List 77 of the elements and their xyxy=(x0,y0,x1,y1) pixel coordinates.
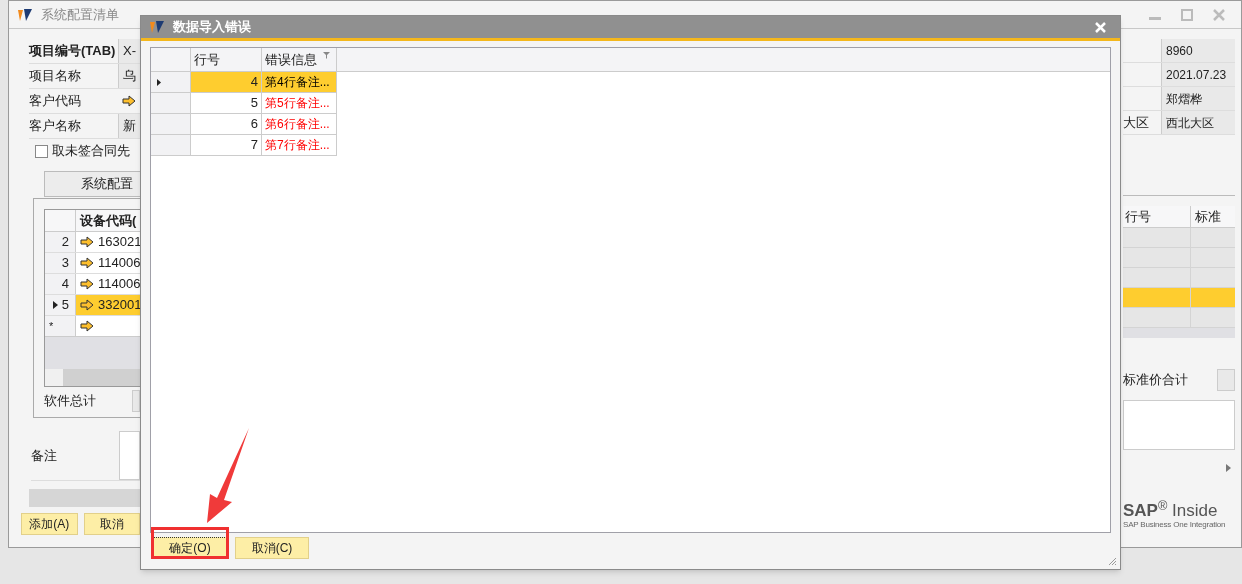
table-cell: 5 xyxy=(191,93,262,114)
table-cell: 6 xyxy=(191,114,262,135)
arrow-icon[interactable] xyxy=(80,278,94,290)
table-cell: 第4行备注... xyxy=(262,72,337,93)
field-value[interactable]: 8960 xyxy=(1161,39,1235,62)
field-label: 标准价合计 xyxy=(1123,371,1188,390)
field-value[interactable]: 西北大区 xyxy=(1161,111,1235,134)
row-number: 3 xyxy=(61,254,69,273)
table-cell: 第7行备注... xyxy=(262,135,337,156)
arrow-icon[interactable] xyxy=(80,257,94,269)
row-header[interactable]: 2 xyxy=(45,232,76,252)
row-header[interactable]: 5 xyxy=(45,295,76,315)
dialog-button[interactable]: 取消(C) xyxy=(235,537,309,559)
field-value[interactable]: 2021.07.23 xyxy=(1161,63,1235,86)
table-cell-text: 114006 xyxy=(98,275,140,294)
field-label: 大区 xyxy=(1123,113,1150,132)
window-title: 系统配置清单 xyxy=(41,5,119,24)
table-row[interactable] xyxy=(1123,308,1235,328)
maximize-icon[interactable] xyxy=(1181,8,1193,21)
brand-tagline: SAP Business One Integration xyxy=(1123,519,1226,531)
remarks-field[interactable] xyxy=(1123,400,1235,450)
total-field[interactable] xyxy=(132,390,140,412)
field-label: 项目名称 xyxy=(29,67,82,86)
row-number: 2 xyxy=(61,233,69,252)
new-row-marker: * xyxy=(45,316,76,336)
column-header[interactable]: 行号 xyxy=(191,48,262,71)
field-value[interactable]: 新 xyxy=(118,114,140,138)
row-number: 4 xyxy=(61,275,69,294)
field-label: 客户名称 xyxy=(29,117,82,136)
field-label: 软件总计 xyxy=(44,392,97,411)
row-header[interactable]: 3 xyxy=(45,253,76,273)
app-logo-icon xyxy=(149,20,165,34)
form-button[interactable]: 添加(A) xyxy=(21,513,78,535)
row-header[interactable]: 4 xyxy=(45,274,76,294)
table-cell: 第6行备注... xyxy=(262,114,337,135)
form-button[interactable]: 取消 xyxy=(83,513,140,535)
field-value[interactable]: 乌 xyxy=(118,64,140,88)
total-field[interactable] xyxy=(1217,369,1235,391)
arrow-icon[interactable] xyxy=(80,236,94,248)
table-cell-text: 163021 xyxy=(98,233,140,252)
brand-logo: SAP$^{®}$ Inside xyxy=(1123,502,1218,519)
row-header[interactable] xyxy=(151,72,191,93)
column-header[interactable]: 行号 xyxy=(1123,206,1191,227)
scroll-right-icon[interactable] xyxy=(1226,464,1231,472)
filter-icon[interactable] xyxy=(323,52,330,59)
table-row[interactable] xyxy=(1123,288,1235,308)
row-header[interactable] xyxy=(151,114,191,135)
table-row[interactable] xyxy=(1123,268,1235,288)
app-logo-icon xyxy=(17,7,33,22)
resize-grip-icon[interactable] xyxy=(1108,557,1117,566)
horizontal-scrollbar[interactable] xyxy=(45,369,140,386)
row-header[interactable] xyxy=(151,93,191,114)
table-cell: 第5行备注... xyxy=(262,93,337,114)
arrow-icon[interactable] xyxy=(122,95,136,107)
remarks-field[interactable] xyxy=(119,431,140,480)
table-cell: 4 xyxy=(191,72,262,93)
arrow-icon[interactable] xyxy=(80,299,94,311)
row-header[interactable] xyxy=(151,135,191,156)
field-label: 项目编号(TAB) xyxy=(29,42,117,61)
horizontal-scrollbar[interactable] xyxy=(29,489,140,507)
field-value[interactable]: X- xyxy=(118,39,140,63)
field-value[interactable]: 郑熠桦 xyxy=(1161,87,1235,110)
close-icon[interactable] xyxy=(1213,8,1225,21)
arrow-icon[interactable] xyxy=(80,320,94,332)
field-label: 备注 xyxy=(31,446,58,465)
checkbox[interactable] xyxy=(35,144,48,158)
table-cell-text: 114006 xyxy=(98,254,140,273)
tab[interactable]: 系统配置 xyxy=(44,171,140,197)
dialog-title: 数据导入错误 xyxy=(173,18,251,37)
checkbox-label: 取未签合同先 xyxy=(52,142,130,161)
table-cell-text: 332001 xyxy=(98,296,140,315)
column-header[interactable]: 标准 xyxy=(1191,206,1235,227)
field-label: 客户代码 xyxy=(29,92,82,111)
table-cell: 7 xyxy=(191,135,262,156)
table-row[interactable] xyxy=(1123,248,1235,268)
row-number: 5 xyxy=(61,296,69,315)
table-row[interactable] xyxy=(1123,228,1235,248)
